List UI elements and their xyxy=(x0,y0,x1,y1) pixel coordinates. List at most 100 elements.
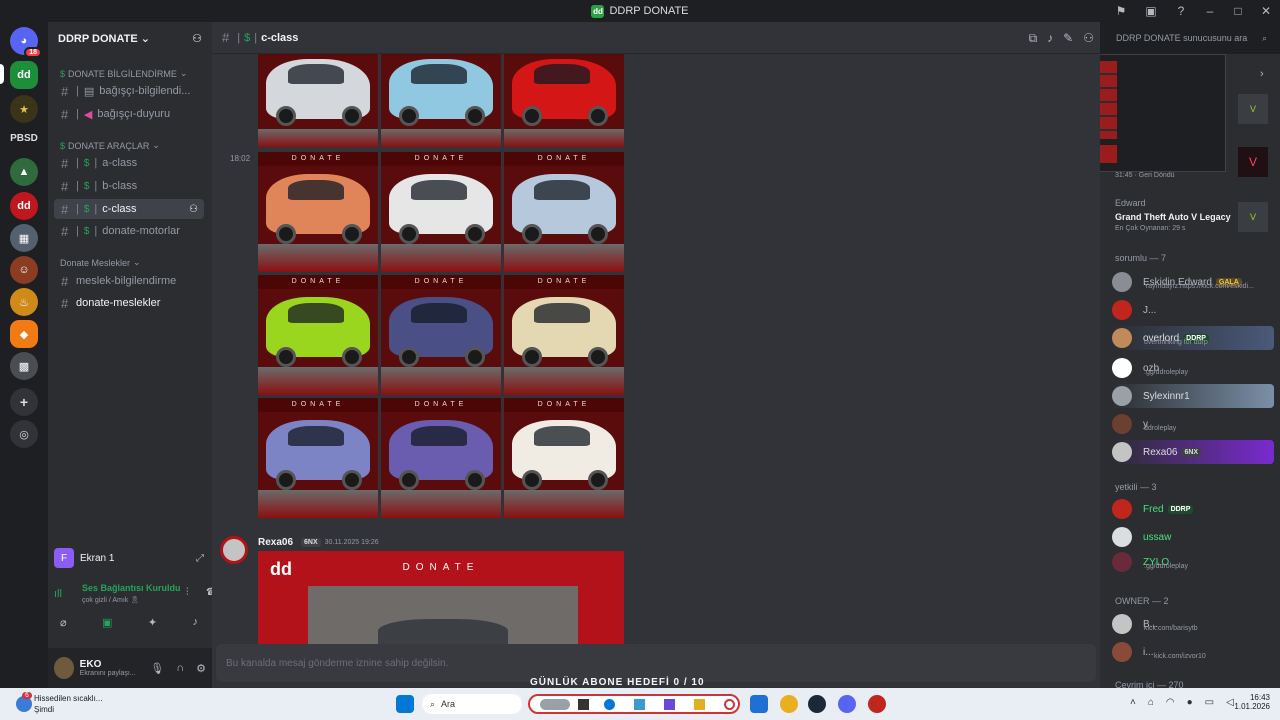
channel-donate-meslekler[interactable]: # donate-meslekler xyxy=(54,293,204,313)
microphone-icon[interactable]: 🎙 xyxy=(150,662,164,675)
server-city[interactable]: ▦ xyxy=(10,224,38,252)
explore-icon[interactable]: ◎ xyxy=(10,420,38,448)
channel-bagisci-bilgi[interactable]: # | ▤ bağışçı-bilgilendi... xyxy=(54,81,204,101)
member-item[interactable]: Sylexinnr1 xyxy=(1112,384,1274,408)
channel-bagisci-duyuru[interactable]: # | ◀ bağışçı-duyuru xyxy=(54,104,204,124)
message-author[interactable]: Rexa06 xyxy=(258,537,293,548)
server-dd-red[interactable]: dd xyxy=(10,192,38,220)
channel-b-class[interactable]: # | $ | b-class xyxy=(54,176,204,196)
member-item[interactable]: Rexa06 6NX xyxy=(1112,440,1274,464)
member-item[interactable]: y ddroleplay xyxy=(1112,412,1274,436)
car-image[interactable]: DONATE xyxy=(504,152,624,272)
channel-title: c-class xyxy=(261,31,299,44)
member-item[interactable]: ussaw xyxy=(1112,525,1274,549)
add-member-icon[interactable]: ⚇ xyxy=(192,32,202,45)
server-fire[interactable]: ♨ xyxy=(10,288,38,316)
car-image[interactable]: DONATE xyxy=(258,275,378,395)
car-image[interactable]: DONATE xyxy=(381,152,501,272)
server-ddrp-donate[interactable]: dd xyxy=(10,61,38,89)
threads-icon[interactable]: ⧉ xyxy=(1029,31,1038,46)
member-item[interactable]: overlord DDRP overthinking for ddrp xyxy=(1112,326,1274,350)
settings-gear-icon[interactable]: ⚙ xyxy=(196,662,206,675)
taskbar: 6 Hissedilen sıcaklı... Şimdi ⌕ Ara ˄ ⌂ ◠ ● ▭… xyxy=(0,688,1280,720)
member-item[interactable]: ozb .gg/ddroleplay xyxy=(1112,356,1274,380)
chevron-up-icon: ˄ xyxy=(1130,697,1136,708)
server-group[interactable]: ▩ xyxy=(10,352,38,380)
main-content: # | $ | c-class ⧉ ♪ ✎ ⚇ 18:02 DONATE DON… xyxy=(212,22,1100,688)
minimize-button[interactable]: – xyxy=(1196,4,1224,18)
car-image[interactable] xyxy=(258,54,378,147)
category-donate-bilgi[interactable]: $ DONATE BİLGİLENDİRME ⌄ xyxy=(60,68,187,79)
guild-header[interactable]: DDRP DONATE ⌄ ⚇ xyxy=(48,22,212,54)
member-item[interactable]: J... xyxy=(1112,298,1274,322)
stream-preview[interactable] xyxy=(1100,54,1226,172)
activity-user[interactable]: Edward xyxy=(1115,198,1146,208)
clock[interactable]: 16:43 1.01.2026 xyxy=(1230,693,1270,711)
soundboard-icon[interactable]: ⫶ xyxy=(186,587,189,598)
taskbar-search[interactable]: ⌕ Ara xyxy=(422,694,522,714)
dollar-icon: $ xyxy=(83,180,90,192)
members-icon[interactable]: ⚇ xyxy=(1083,31,1094,45)
maximize-button[interactable]: □ xyxy=(1224,4,1252,18)
server-pbsd[interactable]: PBSD xyxy=(0,133,48,144)
car-image[interactable] xyxy=(504,54,624,147)
car-image[interactable]: DONATE xyxy=(381,275,501,395)
chevron-right-icon[interactable]: › xyxy=(1260,68,1264,80)
add-user-icon[interactable]: ⚇ xyxy=(189,204,198,215)
car-image[interactable]: DONATE xyxy=(504,275,624,395)
channel-a-class[interactable]: # | $ | a-class xyxy=(54,153,204,173)
dollar-icon: $ xyxy=(83,203,90,215)
member-item[interactable]: Fred DDRP xyxy=(1112,497,1274,521)
system-tray[interactable]: ˄ ⌂ ◠ ● ▭ ◁ xyxy=(1130,697,1234,708)
pin-icon[interactable]: ✎ xyxy=(1063,31,1073,45)
message-time: 18:02 xyxy=(230,154,251,163)
car-image[interactable] xyxy=(381,54,501,147)
headphones-icon[interactable]: ∩ xyxy=(176,662,184,674)
donate-embed-image[interactable]: dd DONATE xyxy=(258,551,624,644)
member-item[interactable]: B... kick.com/barisytb xyxy=(1112,612,1274,636)
server-orange[interactable]: ◆ xyxy=(10,320,38,348)
activity-game[interactable]: Grand Theft Auto V Legacy xyxy=(1115,212,1231,222)
inbox-icon[interactable]: ⚑ xyxy=(1106,4,1136,18)
avatar[interactable] xyxy=(220,536,248,564)
popout-icon[interactable]: ⤢ xyxy=(196,553,204,564)
camera-off-icon[interactable]: ⌀ xyxy=(60,616,67,640)
bell-icon[interactable]: ♪ xyxy=(1047,31,1053,45)
add-server-icon[interactable]: + xyxy=(10,388,38,416)
car-image[interactable]: DONATE xyxy=(381,398,501,518)
weather-widget[interactable]: 6 Hissedilen sıcaklı... Şimdi xyxy=(10,692,140,718)
channel-c-class[interactable]: # | $ | c-class ⚇ xyxy=(54,199,204,219)
voice-channel[interactable]: çok gizli / Amık 🎗 xyxy=(82,596,139,604)
server-landscape[interactable]: ▲ xyxy=(10,158,38,186)
car-image[interactable]: DONATE xyxy=(504,398,624,518)
member-item[interactable]: ZYLO .gg/ddroleplay xyxy=(1112,550,1274,574)
screen-icon[interactable]: ▣ xyxy=(1136,4,1166,18)
discord-icon[interactable] xyxy=(838,695,856,713)
chrome-icon[interactable] xyxy=(780,695,798,713)
steam-icon[interactable] xyxy=(808,695,826,713)
image-grid-top xyxy=(258,54,624,147)
activities-icon[interactable]: ✦ xyxy=(148,616,157,640)
channel-meslek-bilgi[interactable]: # meslek-bilgilendirme xyxy=(54,271,204,291)
server-sheriff[interactable]: ★ xyxy=(10,95,38,123)
search-input[interactable]: DDRP DONATE sunucusunu ara ⌕ xyxy=(1110,29,1272,47)
car-image[interactable]: DONATE xyxy=(258,152,378,272)
voice-status[interactable]: Ses Bağlantısı Kuruldu xyxy=(82,583,181,593)
store-icon[interactable] xyxy=(750,695,768,713)
channel-donate-motorlar[interactable]: # | $ | donate-motorlar xyxy=(54,221,204,241)
member-item[interactable]: i... kick.com/izvor10 xyxy=(1112,640,1274,664)
help-icon[interactable]: ? xyxy=(1166,4,1196,18)
category-donate-araclar[interactable]: $ DONATE ARAÇLAR ⌄ xyxy=(60,140,160,151)
close-button[interactable]: ✕ xyxy=(1252,4,1280,18)
home-button[interactable]: ◕ 18 xyxy=(10,27,42,58)
taskbar-apps-group[interactable] xyxy=(528,694,740,714)
recorder-icon[interactable] xyxy=(868,695,886,713)
server-avatar[interactable]: ☺ xyxy=(10,256,38,284)
screen-share-icon[interactable]: ▣ xyxy=(102,616,112,640)
member-item[interactable]: Eskidin Edward GALA Yayındayız:https://kic… xyxy=(1112,270,1274,294)
avatar[interactable] xyxy=(54,657,74,679)
start-icon[interactable] xyxy=(396,695,414,713)
soundboard-button[interactable]: ♪ xyxy=(192,616,198,640)
car-image[interactable]: DONATE xyxy=(258,398,378,518)
category-donate-meslekler[interactable]: Donate Meslekler ⌄ xyxy=(60,257,141,268)
